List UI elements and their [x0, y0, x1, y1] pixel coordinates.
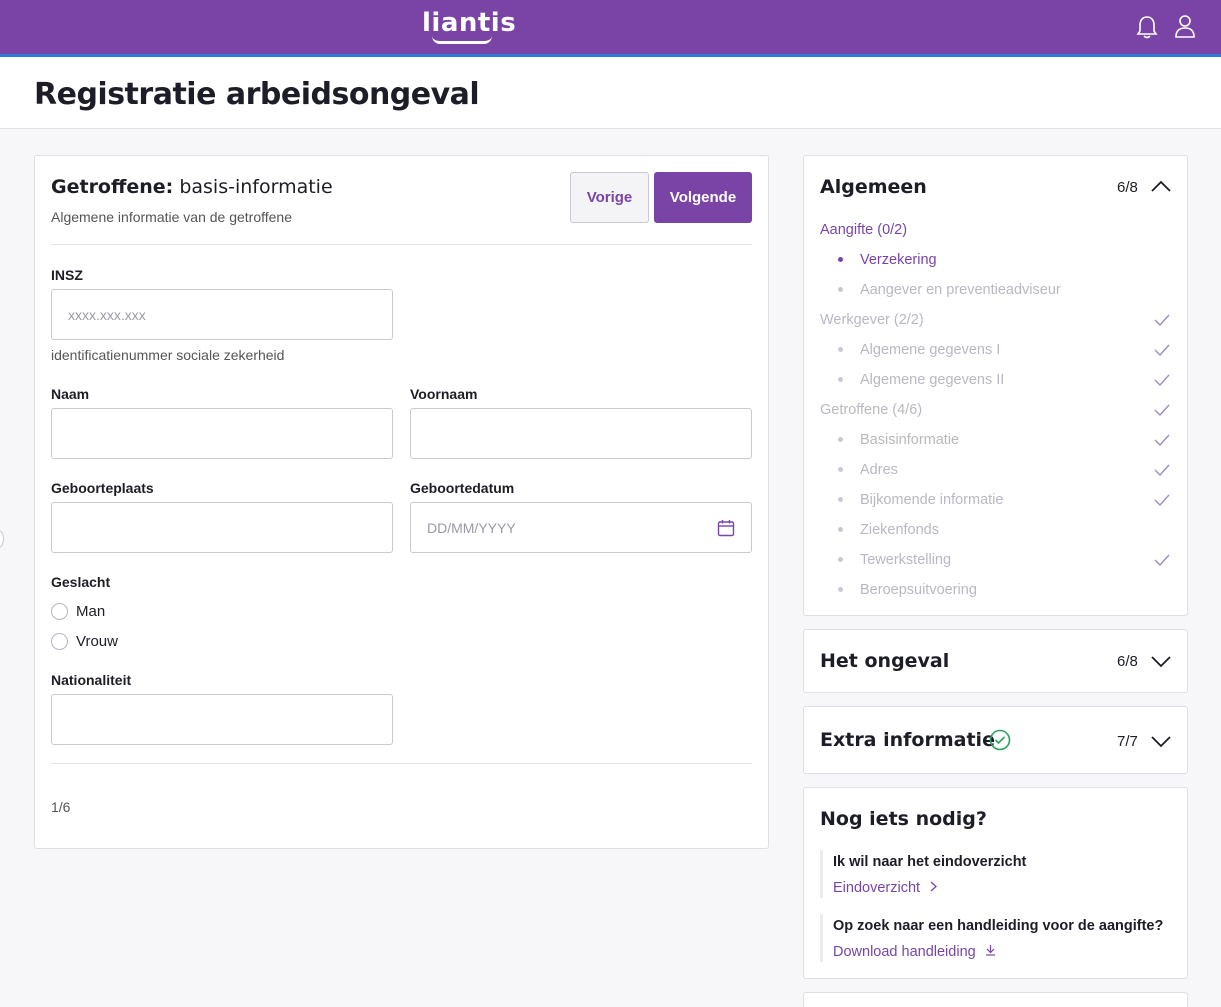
help-bar [820, 850, 823, 898]
check-icon [1154, 374, 1170, 386]
radio-man-label[interactable]: Man [76, 603, 105, 620]
calendar-icon[interactable] [717, 519, 735, 537]
geboortedatum-label: Geboortedatum [410, 480, 515, 496]
liantis-logo[interactable]: liantis [422, 8, 516, 38]
nationaliteit-label: Nationaliteit [51, 672, 132, 688]
algemeen-panel: Algemeen 6/8 Aangifte (0/2) Verzekering … [803, 155, 1188, 616]
radio-vrouw[interactable] [51, 633, 68, 650]
insz-hint: identificatienummer sociale zekerheid [51, 347, 285, 363]
form-title: Getroffene: basis-informatie [51, 176, 333, 198]
nav-group-werkgever[interactable]: Werkgever (2/2) [820, 312, 924, 328]
extra-panel[interactable]: Extra informatie 7/7 [803, 706, 1188, 774]
insz-input[interactable]: xxxx.xxx.xxx [51, 289, 393, 340]
download-icon [985, 945, 995, 956]
bullet-dot [838, 347, 843, 352]
bullet-dot [838, 257, 843, 262]
help-question-1: Ik wil naar het eindoverzicht [833, 854, 1027, 870]
eindoverzicht-link-label: Eindoverzicht [833, 880, 921, 896]
chevron-down-icon[interactable] [1150, 655, 1172, 669]
help-panel: Nog iets nodig? Ik wil naar het eindover… [803, 787, 1188, 979]
bullet-dot [838, 287, 843, 292]
bullet-dot [838, 497, 843, 502]
radio-vrouw-label[interactable]: Vrouw [76, 633, 118, 650]
page-indicator: 1/6 [51, 799, 71, 815]
bullet-dot [838, 587, 843, 592]
nav-item-algemene-gegevens-1[interactable]: Algemene gegevens I [860, 342, 1000, 358]
extra-count: 7/7 [1117, 733, 1138, 750]
algemeen-count: 6/8 [1117, 179, 1138, 196]
nav-item-beroepsuitvoering[interactable]: Beroepsuitvoering [860, 582, 977, 598]
nav-item-verzekering[interactable]: Verzekering [860, 252, 937, 268]
previous-button[interactable]: Vorige [570, 172, 649, 223]
radio-man[interactable] [51, 603, 68, 620]
help-bar [820, 914, 823, 962]
bullet-dot [838, 527, 843, 532]
next-panel [803, 992, 1188, 1007]
help-title: Nog iets nodig? [820, 808, 987, 830]
geboortedatum-input[interactable]: DD/MM/YYYY [410, 502, 752, 553]
bullet-dot [838, 467, 843, 472]
collapse-handle[interactable] [0, 530, 4, 548]
voornaam-input[interactable] [410, 408, 752, 459]
extra-title[interactable]: Extra informatie [820, 729, 995, 751]
chevron-up-icon[interactable] [1150, 179, 1172, 193]
geslacht-label: Geslacht [51, 574, 111, 590]
check-icon [1154, 344, 1170, 356]
form-title-rest: basis-informatie [179, 176, 333, 198]
check-icon [1154, 464, 1170, 476]
page-title: Registratie arbeidsongeval [34, 77, 480, 112]
page-header: Registratie arbeidsongeval [0, 57, 1221, 129]
divider [51, 244, 752, 245]
help-question-2: Op zoek naar een handleiding voor de aan… [833, 918, 1164, 934]
ongeval-title[interactable]: Het ongeval [820, 650, 949, 672]
nav-item-algemene-gegevens-2[interactable]: Algemene gegevens II [860, 372, 1004, 388]
logo-smile [432, 36, 492, 44]
next-button[interactable]: Volgende [654, 172, 752, 223]
algemeen-title[interactable]: Algemeen [820, 176, 927, 198]
form-title-bold: Getroffene: [51, 176, 174, 198]
nav-group-aangifte[interactable]: Aangifte (0/2) [820, 222, 907, 238]
download-handleiding-label: Download handleiding [833, 944, 976, 960]
check-icon [1154, 494, 1170, 506]
form-card: Getroffene: basis-informatie Algemene in… [34, 155, 769, 849]
nav-item-ziekenfonds[interactable]: Ziekenfonds [860, 522, 939, 538]
chevron-right-icon [930, 881, 938, 892]
ongeval-count: 6/8 [1117, 653, 1138, 670]
download-handleiding-link[interactable]: Download handleiding [833, 944, 996, 960]
eindoverzicht-link[interactable]: Eindoverzicht [833, 880, 938, 896]
insz-placeholder: xxxx.xxx.xxx [68, 306, 146, 323]
form-subtitle: Algemene informatie van de getroffene [51, 209, 293, 225]
check-icon [1154, 554, 1170, 566]
check-circle-icon [989, 729, 1011, 751]
geboorteplaats-label: Geboorteplaats [51, 480, 154, 496]
chevron-down-icon[interactable] [1150, 735, 1172, 749]
divider [51, 763, 752, 764]
nav-item-tewerkstelling[interactable]: Tewerkstelling [860, 552, 951, 568]
user-icon[interactable] [1174, 13, 1196, 39]
check-icon [1154, 404, 1170, 416]
check-icon [1154, 314, 1170, 326]
bullet-dot [838, 377, 843, 382]
geboortedatum-placeholder: DD/MM/YYYY [427, 519, 516, 536]
nav-item-bijkomende-informatie[interactable]: Bijkomende informatie [860, 492, 1003, 508]
bell-icon[interactable] [1136, 14, 1158, 40]
naam-input[interactable] [51, 408, 393, 459]
nationaliteit-input[interactable] [51, 694, 393, 745]
nav-item-basisinformatie[interactable]: Basisinformatie [860, 432, 959, 448]
check-icon [1154, 434, 1170, 446]
voornaam-label: Voornaam [410, 386, 478, 402]
naam-label: Naam [51, 386, 90, 402]
nav-item-aangever[interactable]: Aangever en preventieadviseur [860, 282, 1061, 298]
ongeval-panel[interactable]: Het ongeval 6/8 [803, 629, 1188, 693]
nav-group-getroffene[interactable]: Getroffene (4/6) [820, 402, 922, 418]
bullet-dot [838, 557, 843, 562]
insz-label: INSZ [51, 267, 83, 283]
top-bar: liantis [0, 0, 1221, 57]
geboorteplaats-input[interactable] [51, 502, 393, 553]
nav-item-adres[interactable]: Adres [860, 462, 898, 478]
bullet-dot [838, 437, 843, 442]
